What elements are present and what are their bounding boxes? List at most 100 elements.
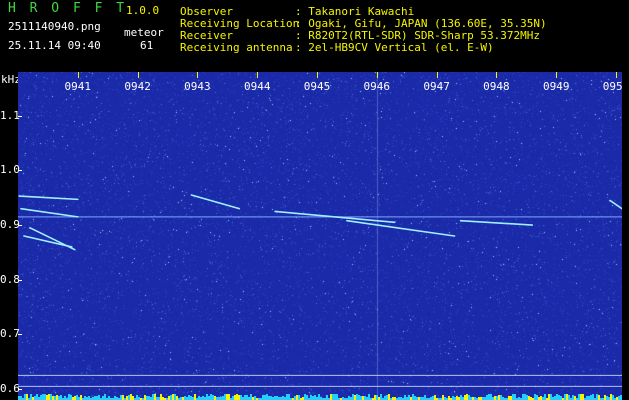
baseline-bar bbox=[548, 394, 550, 400]
x-tick bbox=[137, 72, 139, 78]
baseline-bar bbox=[604, 395, 606, 400]
baseline-bar bbox=[254, 396, 256, 400]
baseline-bar bbox=[172, 394, 174, 400]
baseline-bar bbox=[442, 395, 444, 400]
baseline-bar bbox=[550, 394, 552, 400]
y-tick-label: 1.1 bbox=[0, 108, 20, 122]
baseline-bar bbox=[596, 394, 598, 400]
baseline-bar bbox=[236, 394, 238, 400]
baseline-bar bbox=[40, 395, 42, 400]
baseline-bar bbox=[240, 395, 242, 400]
baseline-bar bbox=[432, 396, 434, 400]
baseline-bar bbox=[160, 394, 162, 400]
baseline-bar bbox=[336, 394, 338, 400]
baseline-bar bbox=[104, 394, 106, 400]
x-tick bbox=[317, 72, 318, 78]
baseline-bar bbox=[334, 394, 336, 400]
baseline-bar bbox=[266, 394, 268, 400]
baseline-bar bbox=[42, 394, 44, 400]
baseline-bar bbox=[202, 396, 204, 400]
baseline-bar bbox=[362, 396, 364, 400]
baseline-bar bbox=[374, 395, 376, 400]
meteor-echo-3 bbox=[23, 235, 73, 248]
x-tick-label: 0944 bbox=[243, 80, 271, 93]
baseline-bar bbox=[76, 395, 78, 400]
baseline-bar bbox=[556, 394, 558, 400]
baseline-bar bbox=[380, 394, 382, 400]
baseline-bar bbox=[96, 396, 98, 400]
baseline-bar bbox=[358, 395, 360, 400]
x-tick bbox=[376, 72, 378, 78]
baseline-bar bbox=[238, 395, 240, 400]
y-tick-label: 0.6 bbox=[0, 382, 20, 396]
baseline-bar bbox=[54, 396, 56, 400]
baseline-bar bbox=[388, 394, 390, 400]
baseline-bar bbox=[314, 395, 316, 400]
x-tick-label: 0948 bbox=[483, 80, 510, 93]
app-name: H R O F F T bbox=[8, 1, 128, 16]
baseline-bar bbox=[68, 394, 70, 400]
baseline-bar bbox=[154, 394, 156, 400]
baseline-bar bbox=[224, 394, 226, 400]
x-tick bbox=[616, 72, 618, 78]
baseline-bar bbox=[268, 396, 270, 400]
x-tick-label: 0942 bbox=[124, 80, 151, 93]
baseline-bar bbox=[534, 394, 536, 400]
baseline-bar bbox=[404, 395, 406, 400]
baseline-bar bbox=[50, 394, 52, 400]
baseline-bar bbox=[70, 395, 72, 400]
baseline-bar bbox=[212, 395, 214, 400]
baseline-bar bbox=[232, 396, 234, 400]
baseline-bar bbox=[352, 394, 354, 400]
baseline-bar bbox=[566, 394, 568, 400]
baseline-bar bbox=[424, 395, 426, 400]
baseline-bar bbox=[306, 395, 308, 400]
x-tick-label: 0946 bbox=[363, 80, 391, 93]
baseline-bar bbox=[536, 395, 538, 400]
baseline-bar bbox=[114, 396, 116, 400]
baseline-bar bbox=[198, 396, 200, 400]
baseline-bar bbox=[36, 394, 38, 400]
baseline-bar bbox=[564, 394, 566, 400]
baseline-bar bbox=[132, 396, 134, 400]
baseline-bar bbox=[544, 394, 546, 400]
y-tick bbox=[18, 389, 22, 391]
baseline-bar bbox=[500, 395, 502, 400]
meteor-echo-1 bbox=[20, 207, 79, 218]
x-tick-label: 0947 bbox=[423, 80, 450, 93]
baseline-bar bbox=[262, 395, 264, 400]
baseline-bar bbox=[312, 396, 314, 400]
y-tick bbox=[18, 279, 22, 281]
baseline-bar bbox=[466, 394, 468, 400]
x-tick-label: 0949 bbox=[542, 80, 570, 93]
baseline-bar bbox=[174, 394, 176, 400]
baseline-bar bbox=[206, 394, 208, 400]
baseline-bar bbox=[56, 395, 58, 400]
baseline-bar bbox=[60, 395, 62, 400]
baseline-bar bbox=[244, 395, 246, 400]
baseline-bar bbox=[88, 396, 90, 400]
x-tick-label: 0943 bbox=[184, 80, 211, 93]
baseline-bar bbox=[610, 394, 612, 400]
baseline-bar bbox=[494, 396, 496, 400]
baseline-bar bbox=[488, 394, 490, 400]
baseline-bar bbox=[510, 396, 512, 400]
baseline-bar bbox=[74, 396, 76, 400]
baseline-bar bbox=[58, 396, 60, 400]
baseline-bar bbox=[360, 396, 362, 400]
baseline-bar bbox=[618, 396, 620, 400]
baseline-bar bbox=[136, 395, 138, 400]
baseline-bar bbox=[376, 395, 378, 400]
capture-datetime: 25.11.14 09:40 bbox=[8, 39, 101, 52]
baseline-bar bbox=[586, 396, 588, 400]
baseline-bar bbox=[286, 394, 288, 400]
baseline-bar bbox=[468, 395, 470, 400]
baseline-bar bbox=[348, 396, 350, 400]
baseline-bar bbox=[368, 394, 370, 400]
x-tick-label: 0950 bbox=[602, 80, 622, 93]
baseline-bar bbox=[120, 395, 122, 400]
baseline-bar bbox=[384, 396, 386, 400]
baseline-bar bbox=[210, 394, 212, 400]
spectrogram: 0941 0942 0943 0944 0945 0946 0947 0948 0949 0950 bbox=[18, 72, 622, 400]
baseline-bar bbox=[144, 395, 146, 400]
